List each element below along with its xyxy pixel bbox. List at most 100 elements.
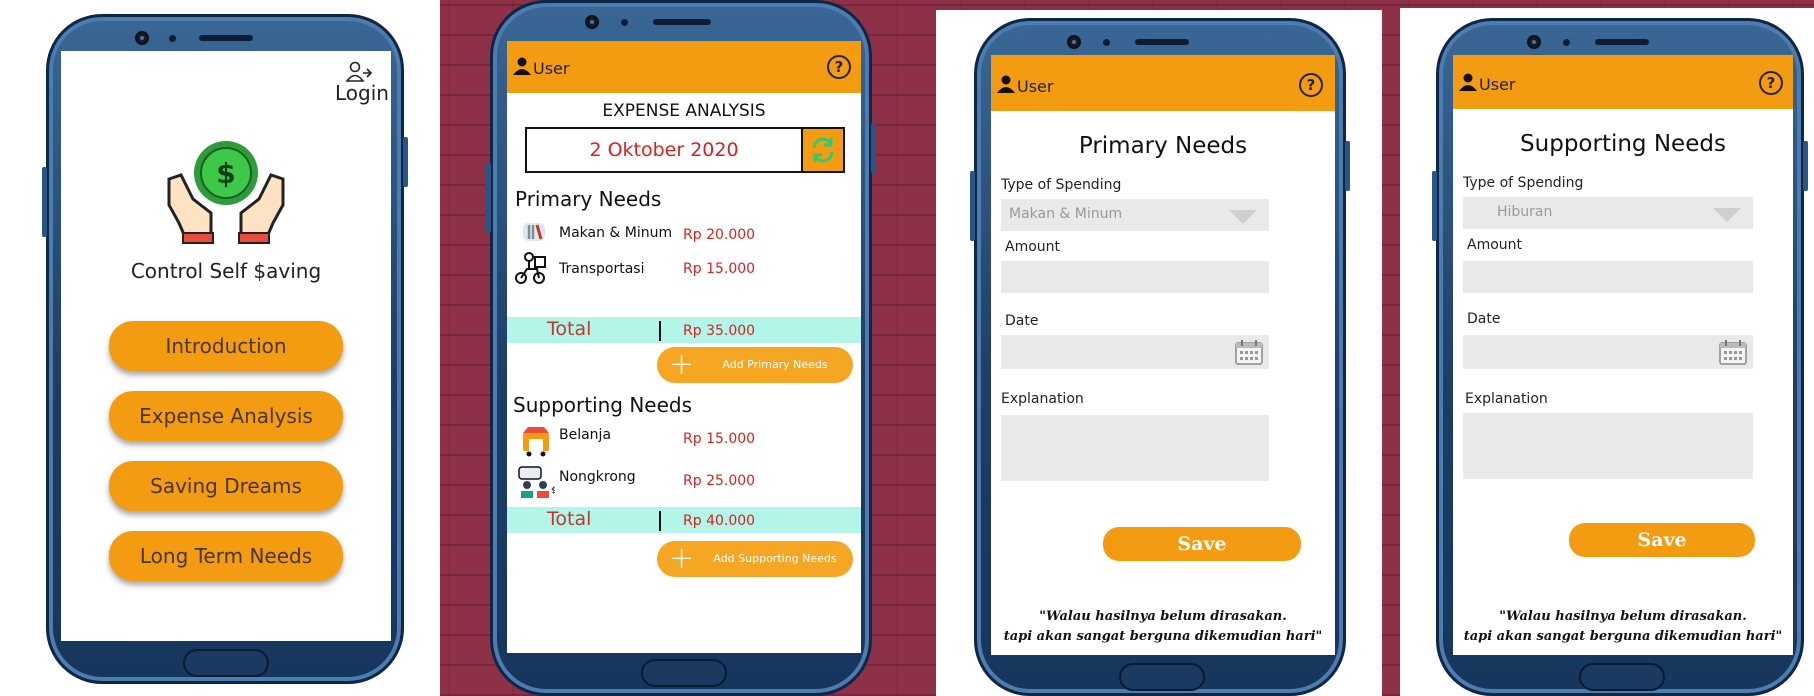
user-icon <box>1459 73 1477 95</box>
refresh-button[interactable] <box>801 127 845 173</box>
phone-frame-supporting-needs: User ? Supporting Needs Type of Spending… <box>1432 18 1808 696</box>
amount-input[interactable] <box>1463 261 1753 293</box>
user-menu[interactable]: User <box>513 57 569 79</box>
amount-label: Amount <box>1005 239 1061 255</box>
long-term-needs-button[interactable]: Long Term Needs <box>109 531 343 581</box>
user-label: User <box>1479 74 1516 94</box>
money-hands-logo-icon: $ <box>165 139 287 249</box>
home-button[interactable] <box>1119 663 1205 691</box>
quote-line-2: tapi akan sangat berguna dikemudian hari… <box>1003 629 1323 644</box>
supporting-item-name: Nongkrong <box>559 469 636 485</box>
expense-analysis-button[interactable]: Expense Analysis <box>109 391 343 441</box>
explanation-textarea[interactable] <box>1463 413 1753 479</box>
type-of-spending-select[interactable]: Makan & Minum <box>1001 199 1269 231</box>
supporting-total-label: Total <box>547 508 592 530</box>
add-supporting-needs-button[interactable]: + Add Supporting Needs <box>657 541 853 577</box>
plus-icon: + <box>669 541 695 576</box>
login-link[interactable]: Login <box>335 81 389 105</box>
supporting-needs-heading: Supporting Needs <box>513 393 693 417</box>
front-camera-icon <box>135 31 149 45</box>
supporting-total-value: Rp 40.000 <box>683 513 756 529</box>
explanation-label: Explanation <box>1465 391 1548 407</box>
user-icon <box>513 57 531 79</box>
quote-line-1: "Walau hasilnya belum dirasakan. <box>1499 609 1747 624</box>
date-label: Date <box>1005 313 1039 329</box>
phone-frame-primary-needs: User ? Primary Needs Type of Spending Ma… <box>970 18 1350 696</box>
dropdown-arrow-icon <box>1713 208 1741 222</box>
screen-supporting-needs: User ? Supporting Needs Type of Spending… <box>1453 55 1793 655</box>
supporting-item-price: Rp 25.000 <box>683 473 756 489</box>
quote-line-1: "Walau hasilnya belum dirasakan. <box>1039 609 1287 624</box>
svg-text:$: $ <box>216 157 235 190</box>
volume-button <box>486 163 491 233</box>
date-label: Date <box>1467 311 1501 327</box>
primary-total-value: Rp 35.000 <box>683 323 756 339</box>
primary-item-price: Rp 15.000 <box>683 261 756 277</box>
type-of-spending-value: Hiburan <box>1497 204 1553 220</box>
primary-needs-heading: Primary Needs <box>515 187 662 211</box>
screen-primary-needs: User ? Primary Needs Type of Spending Ma… <box>991 55 1335 655</box>
phone-frame-main-menu: Login $ Control Self $aving Introduction… <box>42 14 408 684</box>
power-button <box>1803 141 1808 191</box>
type-of-spending-label: Type of Spending <box>1463 175 1584 191</box>
primary-item-name: Transportasi <box>559 261 645 277</box>
speaker-grille <box>653 19 711 25</box>
user-label: User <box>1017 76 1054 96</box>
volume-button <box>1432 171 1437 241</box>
saving-dreams-button[interactable]: Saving Dreams <box>109 461 343 511</box>
save-button[interactable]: Save <box>1103 527 1301 561</box>
motivational-quote: "Walau hasilnya belum dirasakan. tapi ak… <box>1453 607 1793 647</box>
page-title: Primary Needs <box>1078 133 1248 159</box>
page-title: Supporting Needs <box>1520 131 1726 157</box>
front-camera-icon <box>1067 35 1081 49</box>
date-value: 2 Oktober 2020 <box>589 139 739 161</box>
sensor-icon <box>1103 39 1110 46</box>
amount-input[interactable] <box>1001 261 1269 293</box>
type-of-spending-label: Type of Spending <box>1001 177 1122 193</box>
help-icon[interactable]: ? <box>1759 71 1783 95</box>
volume-button <box>970 171 975 241</box>
user-label: User <box>533 58 570 78</box>
home-button[interactable] <box>1579 663 1665 691</box>
speaker-grille <box>1135 39 1189 45</box>
calendar-icon[interactable] <box>1235 339 1263 369</box>
user-menu[interactable]: User <box>1459 73 1515 95</box>
home-button[interactable] <box>183 649 269 677</box>
speaker-grille <box>199 35 253 41</box>
calendar-icon[interactable] <box>1719 339 1747 369</box>
save-button[interactable]: Save <box>1569 523 1755 557</box>
date-box[interactable]: 2 Oktober 2020 <box>525 127 803 173</box>
page-title: EXPENSE ANALYSIS <box>602 101 766 121</box>
dropdown-arrow-icon <box>1229 210 1257 224</box>
power-button <box>403 137 408 187</box>
help-icon[interactable]: ? <box>827 55 851 79</box>
app-name: Control Self $aving <box>130 259 322 283</box>
date-input[interactable] <box>1001 335 1269 369</box>
svg-text:$: $ <box>551 486 555 496</box>
introduction-button[interactable]: Introduction <box>109 321 343 371</box>
total-divider <box>659 511 661 531</box>
add-primary-needs-label: Add Primary Needs <box>722 358 828 371</box>
screen-expense-analysis: User ? EXPENSE ANALYSIS 2 Oktober 2020 P… <box>507 41 861 653</box>
power-button <box>871 123 876 173</box>
home-button[interactable] <box>641 659 727 687</box>
refresh-icon <box>809 136 837 168</box>
primary-total-label: Total <box>547 318 592 340</box>
supporting-item-price: Rp 15.000 <box>683 431 756 447</box>
explanation-label: Explanation <box>1001 391 1084 407</box>
front-camera-icon <box>585 15 599 29</box>
user-menu[interactable]: User <box>997 75 1053 97</box>
amount-label: Amount <box>1467 237 1523 253</box>
type-of-spending-select[interactable]: Hiburan <box>1463 197 1753 229</box>
hangout-icon: $ <box>517 465 557 503</box>
help-icon[interactable]: ? <box>1299 73 1323 97</box>
transport-icon <box>513 251 547 289</box>
add-primary-needs-button[interactable]: + Add Primary Needs <box>657 347 853 383</box>
sensor-icon <box>621 19 628 26</box>
motivational-quote: "Walau hasilnya belum dirasakan. tapi ak… <box>991 607 1335 647</box>
date-input[interactable] <box>1463 335 1753 369</box>
quote-line-2: tapi akan sangat berguna dikemudian hari… <box>1463 629 1783 644</box>
phone-frame-expense-analysis: User ? EXPENSE ANALYSIS 2 Oktober 2020 P… <box>486 0 876 696</box>
explanation-textarea[interactable] <box>1001 415 1269 481</box>
supporting-item-name: Belanja <box>559 427 612 443</box>
